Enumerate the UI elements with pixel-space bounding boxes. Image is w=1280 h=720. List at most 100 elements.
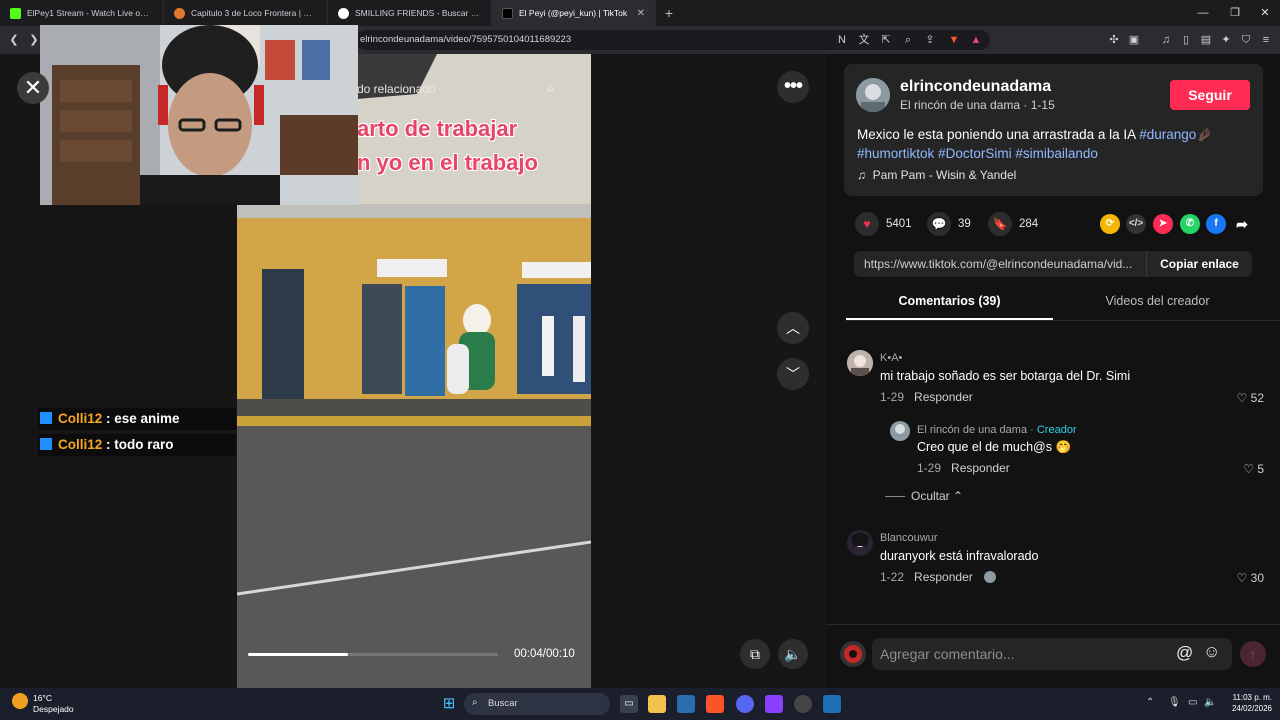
speaker-icon[interactable]: 🔈 <box>1204 697 1216 708</box>
avatar[interactable] <box>847 530 873 556</box>
creator-badge: · Creador <box>1027 424 1077 436</box>
comment-button[interactable]: 💬 39 <box>927 212 971 236</box>
app-icon[interactable] <box>823 695 841 713</box>
discord-icon[interactable] <box>736 695 754 713</box>
comment-like-button[interactable]: ♡ 52 <box>1224 391 1264 405</box>
next-video-button[interactable]: ﹀ <box>777 358 809 390</box>
send-comment-button[interactable]: ↑ <box>1240 641 1266 667</box>
menu-icon[interactable]: ≡ <box>1258 32 1274 48</box>
hashtag-link[interactable]: #simibailando <box>1015 146 1098 161</box>
close-tab-icon[interactable]: ✕ <box>637 8 645 19</box>
screenshot-icon[interactable]: ▣ <box>1126 32 1142 48</box>
address-bar[interactable]: elrincondeunadama/video/7595750104011689… <box>356 30 990 50</box>
comment-like-button[interactable]: ♡ 30 <box>1224 571 1264 585</box>
media-icon[interactable]: ♫ <box>1158 32 1174 48</box>
comment-author[interactable]: El rincón de una dama · Creador <box>917 424 1077 436</box>
taskbar-clock[interactable]: 11:03 p. m. 24/02/2026 <box>1224 692 1272 714</box>
microphone-icon[interactable]: 🎙 <box>1168 697 1181 708</box>
repost-icon[interactable]: ⟳ <box>1100 214 1120 234</box>
brave-browser-icon[interactable] <box>706 695 724 713</box>
author-username[interactable]: elrincondeunadama <box>900 78 1051 96</box>
close-video-button[interactable]: ✕ <box>17 72 49 104</box>
wallet-icon[interactable]: ▤ <box>1198 32 1214 48</box>
hashtag-link[interactable]: #DoctorSimi <box>938 146 1012 161</box>
tab-comments[interactable]: Comentarios (39) <box>846 294 1053 308</box>
network-icon[interactable]: ▭ <box>1188 697 1197 708</box>
windows-start-icon[interactable]: ⊞ <box>440 695 458 713</box>
hashtag-link[interactable]: #humortiktok <box>857 146 934 161</box>
leo-ai-icon[interactable]: ✦ <box>1218 32 1234 48</box>
avatar[interactable] <box>847 350 873 376</box>
browser-tab-kick[interactable]: ElPey1 Stream - Watch Live on Kick <box>0 0 164 26</box>
whatsapp-icon[interactable]: ✆ <box>1180 214 1200 234</box>
embed-icon[interactable]: </> <box>1126 214 1146 234</box>
tray-expand-icon[interactable]: ⌃ <box>1146 697 1154 708</box>
previous-video-button[interactable]: ︿ <box>777 312 809 344</box>
follow-button[interactable]: Seguir <box>1170 80 1250 110</box>
tab-creator-videos[interactable]: Videos del creador <box>1054 294 1261 308</box>
mini-player-icon[interactable]: ⧉ <box>740 639 770 669</box>
caption-text: Mexico le esta poniendo una arrastrada a… <box>857 127 1136 142</box>
close-window-button[interactable]: ✕ <box>1248 0 1280 26</box>
comment-like-button[interactable]: ♡ 5 <box>1224 462 1264 476</box>
brave-rewards-icon[interactable]: ▲ <box>968 32 984 48</box>
task-view-icon[interactable]: ▭ <box>620 695 638 713</box>
hide-replies-button[interactable]: Ocultar ⌃ <box>885 489 963 503</box>
music-title: Pam Pam - Wisin & Yandel <box>872 168 1017 182</box>
browser-tab-google[interactable]: SMILLING FRIENDS - Buscar con Goo <box>328 0 492 26</box>
like-button[interactable]: ♥ 5401 <box>855 212 912 236</box>
comment-author[interactable]: K•A• <box>880 352 902 364</box>
kick-icon <box>10 7 21 19</box>
creator-liked-icon <box>984 571 997 583</box>
obs-icon[interactable] <box>794 695 812 713</box>
taskbar-search[interactable]: Buscar <box>464 693 610 715</box>
reply-button[interactable]: Responder <box>914 390 973 404</box>
weather-icon[interactable] <box>12 693 28 709</box>
maximize-button[interactable]: ❐ <box>1218 0 1252 26</box>
video-time: 00:04/00:10 <box>514 648 575 660</box>
brave-shield-icon[interactable]: ▼ <box>946 32 962 48</box>
vpn-icon[interactable]: ⛉ <box>1238 32 1254 48</box>
zoom-icon[interactable]: ⌕ <box>900 32 916 48</box>
store-icon[interactable] <box>677 695 695 713</box>
more-options-button[interactable]: ••• <box>777 71 809 103</box>
share-page-icon[interactable]: ⇪ <box>922 32 938 48</box>
share-link-text[interactable]: https://www.tiktok.com/@elrincondeunadam… <box>864 257 1144 271</box>
sidebar-icon[interactable]: ▯ <box>1178 32 1194 48</box>
save-button[interactable]: 🔖 284 <box>988 212 1038 236</box>
share-more-icon[interactable]: ➦ <box>1232 214 1252 234</box>
minimize-button[interactable]: — <box>1186 0 1220 26</box>
browser-tab-olympus[interactable]: Capitulo 3 de Loco Frontera | Olymp <box>164 0 328 26</box>
comment-author[interactable]: Blancouwur <box>880 532 937 544</box>
avatar[interactable] <box>856 78 890 112</box>
translate-icon[interactable]: 文 <box>856 32 872 48</box>
related-search-label[interactable]: do relacionado <box>357 82 436 96</box>
facebook-icon[interactable]: f <box>1206 214 1226 234</box>
extensions-icon[interactable]: ✣ <box>1106 32 1122 48</box>
search-icon: ⌕ <box>472 697 478 708</box>
reply-button[interactable]: Responder <box>951 461 1010 475</box>
weather-widget[interactable]: 16°C Despejado <box>33 693 74 715</box>
back-icon[interactable]: ❮ <box>6 32 22 48</box>
reader-icon[interactable]: N <box>834 32 850 48</box>
reply-button[interactable]: Responder <box>914 570 973 584</box>
heart-outline-icon: ♡ <box>1236 391 1248 405</box>
copy-link-button[interactable]: Copiar enlace <box>1146 251 1252 277</box>
app-icon[interactable] <box>765 695 783 713</box>
video-progress-bar[interactable] <box>248 653 498 656</box>
music-link[interactable]: ♫ Pam Pam - Wisin & Yandel <box>857 168 1016 182</box>
browser-tab-tiktok[interactable]: El Peyi (@peyi_kun) | TikTok ✕ <box>492 0 656 26</box>
emoji-icon[interactable]: ☺ <box>1203 642 1220 662</box>
open-external-icon[interactable]: ⇱ <box>878 32 894 48</box>
file-explorer-icon[interactable] <box>648 695 666 713</box>
hashtag-link[interactable]: #durango <box>1139 127 1196 142</box>
new-tab-button[interactable]: + <box>656 5 682 21</box>
avatar[interactable] <box>840 641 866 667</box>
mention-icon[interactable]: @ <box>1176 643 1193 663</box>
volume-icon[interactable]: 🔈 <box>778 639 808 669</box>
send-to-friends-icon[interactable]: ➤ <box>1153 214 1173 234</box>
author-nickname-date: El rincón de una dama · 1-15 <box>900 98 1055 112</box>
kick-badge-icon <box>40 412 52 424</box>
search-icon[interactable]: ⌕ <box>546 80 555 98</box>
avatar[interactable] <box>890 421 910 441</box>
